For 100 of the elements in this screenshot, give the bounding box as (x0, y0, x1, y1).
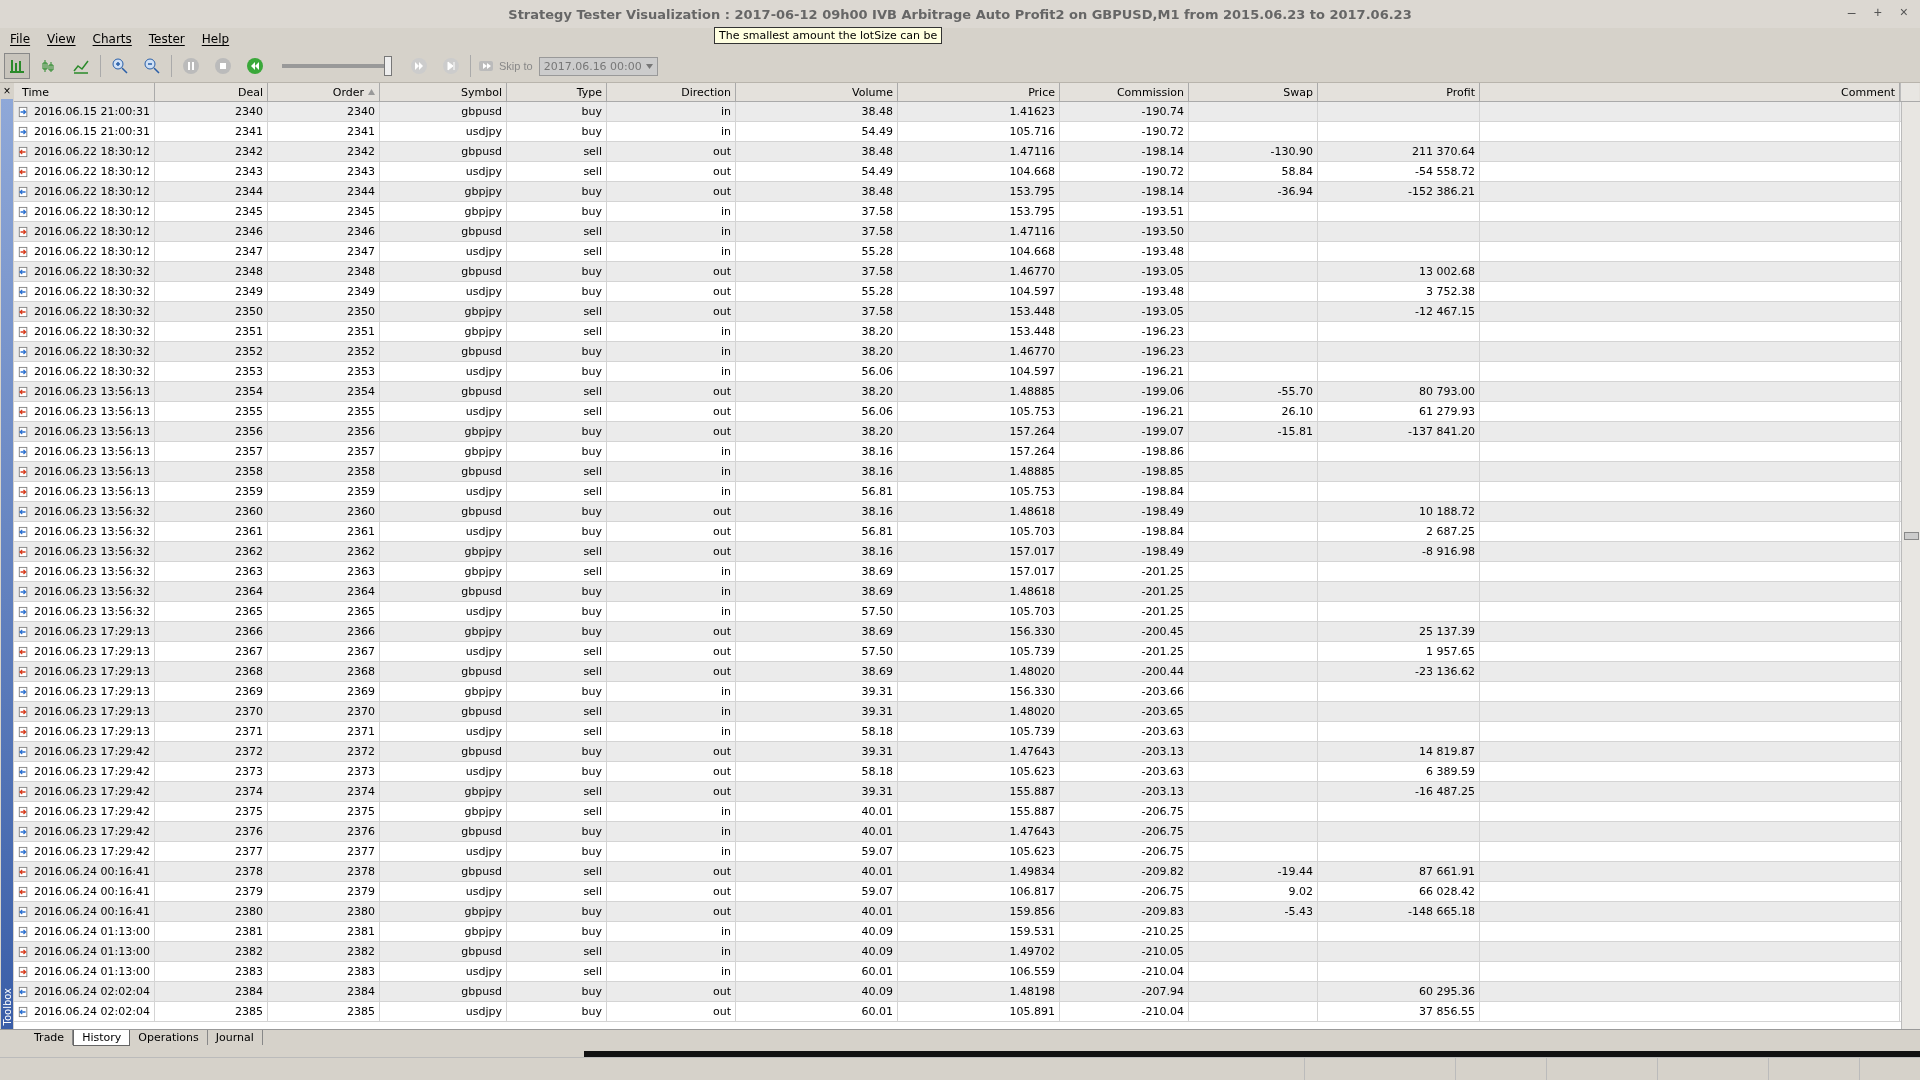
table-row[interactable]: 2016.06.15 21:00:31 2340 2340 gbpusd buy in 38.48 1.41623 -190.74 (14, 102, 1901, 122)
minimize-button[interactable]: – (1845, 4, 1858, 20)
table-cell: 25 137.39 (1419, 625, 1475, 638)
table-row[interactable]: 2016.06.24 01:13:00 2383 2383 usdjpy sell in 60.01 106.559 -210.04 (14, 962, 1901, 982)
column-header[interactable]: Time (14, 83, 155, 101)
table-row[interactable]: 2016.06.22 18:30:32 2350 2350 gbpjpy sell out 37.58 153.448 -193.05 -12 467.15 (14, 302, 1901, 322)
table-row[interactable]: 2016.06.24 00:16:41 2378 2378 gbpusd sell out 40.01 1.49834 -209.82 -19.44 87 661.91 (14, 862, 1901, 882)
table-row[interactable]: 2016.06.22 18:30:32 2349 2349 usdjpy buy out 55.28 104.597 -193.48 3 752.38 (14, 282, 1901, 302)
exit-deal-icon (18, 544, 29, 559)
table-row[interactable]: 2016.06.24 01:13:00 2382 2382 gbpusd sell in 40.09 1.49702 -210.05 (14, 942, 1901, 962)
table-cell: out (713, 525, 731, 538)
column-header[interactable]: Price (898, 83, 1060, 101)
table-row[interactable]: 2016.06.23 17:29:13 2369 2369 gbpjpy buy in 39.31 156.330 -203.66 (14, 682, 1901, 702)
column-header[interactable]: Type (507, 83, 607, 101)
table-cell: 2016.06.23 13:56:32 (34, 525, 150, 538)
table-cell: 40.01 (861, 905, 893, 918)
table-cell: gbpjpy (464, 205, 502, 218)
table-row[interactable]: 2016.06.23 13:56:13 2355 2355 usdjpy sell out 56.06 105.753 -196.21 26.10 61 279.93 (14, 402, 1901, 422)
table-cell: 2016.06.23 13:56:13 (34, 465, 150, 478)
menu-item[interactable]: Charts (86, 32, 143, 46)
table-row[interactable]: 2016.06.22 18:30:12 2347 2347 usdjpy sell in 55.28 104.668 -193.48 (14, 242, 1901, 262)
table-row[interactable]: 2016.06.23 17:29:42 2372 2372 gbpusd buy out 39.31 1.47643 -203.13 14 819.87 (14, 742, 1901, 762)
column-header[interactable]: Profit (1318, 83, 1480, 101)
table-row[interactable]: 2016.06.22 18:30:32 2348 2348 gbpusd buy out 37.58 1.46770 -193.05 13 002.68 (14, 262, 1901, 282)
table-row[interactable]: 2016.06.23 17:29:13 2370 2370 gbpusd sell in 39.31 1.48020 -203.65 (14, 702, 1901, 722)
table-row[interactable]: 2016.06.22 18:30:12 2342 2342 gbpusd sell out 38.48 1.47116 -198.14 -130.90 211 370.64 (14, 142, 1901, 162)
table-row[interactable]: 2016.06.22 18:30:12 2345 2345 gbpjpy buy in 37.58 153.795 -193.51 (14, 202, 1901, 222)
table-row[interactable]: 2016.06.23 13:56:13 2356 2356 gbpjpy buy out 38.20 157.264 -199.07 -15.81 -137 841.20 (14, 422, 1901, 442)
table-row[interactable]: 2016.06.23 17:29:13 2367 2367 usdjpy sell out 57.50 105.739 -201.25 1 957.65 (14, 642, 1901, 662)
table-cell: buy (581, 125, 602, 138)
table-cell: 2372 (347, 745, 375, 758)
column-header[interactable]: Order (268, 83, 380, 101)
table-row[interactable]: 2016.06.23 13:56:13 2357 2357 gbpjpy buy in 38.16 157.264 -198.86 (14, 442, 1901, 462)
entry-deal-icon (18, 844, 29, 859)
table-row[interactable]: 2016.06.23 13:56:32 2361 2361 usdjpy buy out 56.81 105.703 -198.84 2 687.25 (14, 522, 1901, 542)
column-header[interactable]: Symbol (380, 83, 507, 101)
table-row[interactable]: 2016.06.23 17:29:13 2368 2368 gbpusd sell out 38.69 1.48020 -200.44 -23 136.62 (14, 662, 1901, 682)
close-button[interactable]: × (3, 83, 11, 99)
scrollbar[interactable] (1901, 102, 1920, 1029)
table-row[interactable]: 2016.06.23 13:56:32 2362 2362 gbpjpy sell out 38.16 157.017 -198.49 -8 916.98 (14, 542, 1901, 562)
table-cell: 105.739 (1009, 725, 1055, 738)
table-row[interactable]: 2016.06.22 18:30:32 2353 2353 usdjpy buy in 56.06 104.597 -196.21 (14, 362, 1901, 382)
scroll-up-button[interactable] (1900, 83, 1919, 101)
table-cell: 211 370.64 (1412, 145, 1475, 158)
table-cell: 2016.06.23 17:29:42 (34, 785, 150, 798)
table-row[interactable]: 2016.06.23 13:56:32 2363 2363 gbpjpy sell in 38.69 157.017 -201.25 (14, 562, 1901, 582)
table-row[interactable]: 2016.06.22 18:30:12 2343 2343 usdjpy sell out 54.49 104.668 -190.72 58.84 -54 558.72 (14, 162, 1901, 182)
table-cell: 2016.06.23 17:29:42 (34, 805, 150, 818)
table-row[interactable]: 2016.06.22 18:30:12 2346 2346 gbpusd sell in 37.58 1.47116 -193.50 (14, 222, 1901, 242)
table-row[interactable]: 2016.06.22 18:30:32 2352 2352 gbpusd buy in 38.20 1.46770 -196.23 (14, 342, 1901, 362)
column-header[interactable]: Swap (1189, 83, 1318, 101)
table-row[interactable]: 2016.06.23 17:29:13 2366 2366 gbpjpy buy out 38.69 156.330 -200.45 25 137.39 (14, 622, 1901, 642)
chart-toolbar-button[interactable] (4, 53, 30, 79)
scroll-thumb[interactable] (1904, 532, 1919, 540)
table-cell: 2354 (347, 385, 375, 398)
table-row[interactable]: 2016.06.24 02:02:04 2385 2385 usdjpy buy out 60.01 105.891 -210.04 37 856.55 (14, 1002, 1901, 1022)
table-cell: 2369 (235, 685, 263, 698)
table-row[interactable]: 2016.06.23 13:56:13 2359 2359 usdjpy sell in 56.81 105.753 -198.84 (14, 482, 1901, 502)
table-cell: 2374 (347, 785, 375, 798)
table-cell: 157.017 (1009, 565, 1055, 578)
column-header[interactable]: Commission (1060, 83, 1189, 101)
table-row[interactable]: 2016.06.23 13:56:32 2364 2364 gbpusd buy in 38.69 1.48618 -201.25 (14, 582, 1901, 602)
column-header[interactable]: Volume (736, 83, 898, 101)
table-row[interactable]: 2016.06.23 13:56:13 2354 2354 gbpusd sell out 38.20 1.48885 -199.06 -55.70 80 793.00 (14, 382, 1901, 402)
table-cell: -203.66 (1141, 685, 1184, 698)
maximize-button[interactable]: + (1871, 4, 1884, 20)
table-row[interactable]: 2016.06.23 17:29:42 2374 2374 gbpjpy sell out 39.31 155.887 -203.13 -16 487.25 (14, 782, 1901, 802)
table-row[interactable]: 2016.06.24 01:13:00 2381 2381 gbpjpy buy in 40.09 159.531 -210.25 (14, 922, 1901, 942)
table-cell: 1.46770 (1009, 345, 1055, 358)
menu-item[interactable]: View (41, 32, 87, 46)
table-cell: 38.69 (861, 585, 893, 598)
table-cell: 2016.06.22 18:30:32 (34, 305, 150, 318)
menu-item[interactable]: Help (195, 32, 241, 46)
table-row[interactable]: 2016.06.15 21:00:31 2341 2341 usdjpy buy in 54.49 105.716 -190.72 (14, 122, 1901, 142)
menu-item[interactable]: Tester (142, 32, 196, 46)
table-row[interactable]: 2016.06.23 17:29:42 2376 2376 gbpusd buy in 40.01 1.47643 -206.75 (14, 822, 1901, 842)
table-row[interactable]: 2016.06.22 18:30:32 2351 2351 gbpjpy sell in 38.20 153.448 -196.23 (14, 322, 1901, 342)
table-row[interactable]: 2016.06.23 13:56:32 2365 2365 usdjpy buy in 57.50 105.703 -201.25 (14, 602, 1901, 622)
toolbox-sidebar[interactable]: Toolbox (1, 99, 13, 1029)
table-cell: 2361 (347, 525, 375, 538)
entry-deal-icon (18, 964, 29, 979)
table-row[interactable]: 2016.06.23 13:56:32 2360 2360 gbpusd buy out 38.16 1.48618 -198.49 10 188.72 (14, 502, 1901, 522)
close-button[interactable]: × (1897, 4, 1910, 20)
table-row[interactable]: 2016.06.23 17:29:42 2373 2373 usdjpy buy out 58.18 105.623 -203.63 6 389.59 (14, 762, 1901, 782)
table-row[interactable]: 2016.06.24 02:02:04 2384 2384 gbpusd buy out 40.09 1.48198 -207.94 60 295.36 (14, 982, 1901, 1002)
table-cell: usdjpy (465, 765, 502, 778)
table-row[interactable]: 2016.06.24 00:16:41 2379 2379 usdjpy sell out 59.07 106.817 -206.75 9.02 66 028.42 (14, 882, 1901, 902)
column-header[interactable]: Deal (155, 83, 268, 101)
tab[interactable]: Operations (130, 1030, 208, 1045)
menu-item[interactable]: File (4, 32, 42, 46)
tab[interactable]: History (73, 1030, 131, 1046)
table-row[interactable]: 2016.06.23 17:29:13 2371 2371 usdjpy sell in 58.18 105.739 -203.63 (14, 722, 1901, 742)
table-row[interactable]: 2016.06.23 13:56:13 2358 2358 gbpusd sell in 38.16 1.48885 -198.85 (14, 462, 1901, 482)
table-row[interactable]: 2016.06.23 17:29:42 2377 2377 usdjpy buy in 59.07 105.623 -206.75 (14, 842, 1901, 862)
table-row[interactable]: 2016.06.24 00:16:41 2380 2380 gbpjpy buy out 40.01 159.856 -209.83 -5.43 -148 665.18 (14, 902, 1901, 922)
tab[interactable]: Journal (207, 1030, 263, 1045)
table-cell: 2341 (235, 125, 263, 138)
column-header[interactable]: Direction (607, 83, 736, 101)
table-row[interactable]: 2016.06.22 18:30:12 2344 2344 gbpjpy buy out 38.48 153.795 -198.14 -36.94 -152 386.21 (14, 182, 1901, 202)
table-row[interactable]: 2016.06.23 17:29:42 2375 2375 gbpjpy sell in 40.01 155.887 -206.75 (14, 802, 1901, 822)
